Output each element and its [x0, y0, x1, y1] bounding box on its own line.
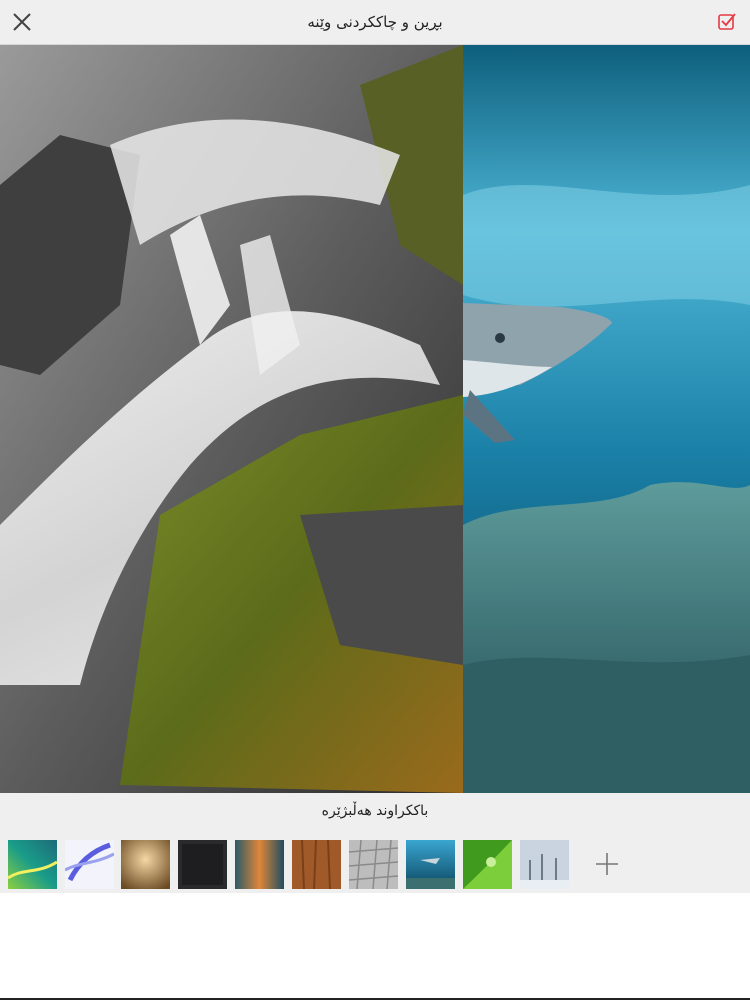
- thumbnail-winter-trees[interactable]: [520, 840, 569, 889]
- top-bar: بڕین و چاککردنی وێنە: [0, 0, 750, 45]
- background-picker-label: باككراوند هەڵبژێرە: [321, 803, 429, 819]
- confirm-button[interactable]: [716, 11, 738, 33]
- thumbnail-dark-texture[interactable]: [178, 840, 227, 889]
- thumbnail-green-teal-gradient[interactable]: [8, 840, 57, 889]
- thumbnail-wood-grain[interactable]: [292, 840, 341, 889]
- plus-icon: [596, 853, 618, 875]
- image-canvas[interactable]: [0, 45, 750, 793]
- thumbnail-cobblestone[interactable]: [349, 840, 398, 889]
- shark-underwater-photo: [463, 45, 750, 793]
- thumbnail-gold-bokeh[interactable]: [121, 840, 170, 889]
- thumbnail-teal-orange-blur[interactable]: [235, 840, 284, 889]
- thumbnail-green-leaf-droplet[interactable]: [463, 840, 512, 889]
- background-picker: باككراوند هەڵبژێرە: [0, 793, 750, 893]
- page-title: بڕین و چاککردنی وێنە: [307, 13, 443, 31]
- checkbox-check-icon: [718, 13, 736, 30]
- add-background-button[interactable]: [592, 849, 622, 879]
- thumbnail-underwater-shark[interactable]: [406, 840, 455, 889]
- waterfall-photo: [0, 45, 463, 793]
- thumbnail-blue-feathers[interactable]: [65, 840, 114, 889]
